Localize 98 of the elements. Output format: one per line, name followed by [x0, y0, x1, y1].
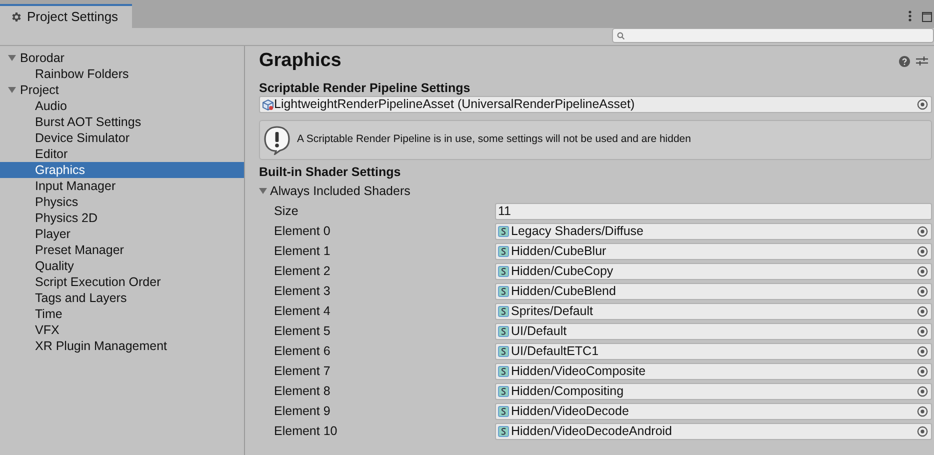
sidebar-item[interactable]: VFX: [0, 322, 244, 338]
sidebar-item[interactable]: Time: [0, 306, 244, 322]
shader-field[interactable]: Hidden/CubeBlend: [495, 282, 932, 300]
field-label: Element 2: [273, 262, 332, 280]
shader-icon: [498, 366, 509, 376]
gear-icon: [10, 11, 22, 23]
asset-icon: [262, 98, 274, 110]
object-picker-icon[interactable]: [917, 326, 928, 336]
shader-field[interactable]: Hidden/CubeCopy: [495, 262, 932, 280]
field-value: Hidden/CubeBlend: [511, 282, 617, 300]
shader-field[interactable]: UI/DefaultETC1: [495, 342, 932, 360]
field-label: Element 0: [273, 222, 332, 240]
shader-icon: [498, 386, 509, 396]
object-picker-icon[interactable]: [917, 366, 928, 376]
object-picker-icon[interactable]: [917, 99, 928, 110]
window-tab[interactable]: Project Settings: [0, 4, 132, 28]
object-picker-icon[interactable]: [917, 266, 928, 276]
shader-icon: [498, 406, 509, 416]
field-value: Legacy Shaders/Diffuse: [511, 222, 644, 240]
field-value: Hidden/VideoComposite: [511, 362, 647, 380]
caret-icon[interactable]: [8, 54, 16, 62]
sidebar-item[interactable]: Device Simulator: [0, 130, 244, 146]
object-picker-icon[interactable]: [917, 346, 928, 356]
sidebar-item[interactable]: XR Plugin Management: [0, 338, 244, 354]
window-title: Project Settings: [27, 8, 118, 26]
sidebar-item[interactable]: Audio: [0, 98, 244, 114]
field-value: Hidden/CubeCopy: [511, 262, 614, 280]
sidebar-item[interactable]: Preset Manager: [0, 242, 244, 258]
shader-field[interactable]: Sprites/Default: [495, 302, 932, 320]
field-label: Element 9: [273, 402, 332, 420]
shader-icon: [498, 226, 509, 236]
shader-icon: [498, 286, 509, 296]
object-picker-icon[interactable]: [917, 406, 928, 416]
object-picker-icon[interactable]: [917, 226, 928, 236]
shader-field[interactable]: Hidden/VideoDecode: [495, 402, 932, 420]
pipeline-asset-field[interactable]: LightweightRenderPipelineAsset (UniversalRenderPipelineAsset): [259, 96, 932, 113]
field-label: Element 5: [273, 322, 332, 340]
size-field[interactable]: 11: [495, 202, 932, 220]
sidebar-item[interactable]: Rainbow Folders: [0, 66, 244, 82]
field-value: UI/Default: [511, 322, 568, 340]
sidebar-item[interactable]: Burst AOT Settings: [0, 114, 244, 130]
shader-icon: [498, 326, 509, 336]
field-value: Hidden/CubeBlur: [511, 242, 608, 260]
sliders-icon[interactable]: [916, 55, 928, 67]
search-icon: [617, 32, 625, 40]
field-value: Sprites/Default: [511, 302, 594, 320]
field-label: Size: [273, 202, 300, 220]
shader-field[interactable]: Hidden/VideoDecodeAndroid: [495, 422, 932, 440]
shader-icon: [498, 426, 509, 436]
field-label: Element 4: [273, 302, 332, 320]
shader-field[interactable]: UI/Default: [495, 322, 932, 340]
sidebar-group[interactable]: Borodar: [20, 48, 64, 68]
search-field[interactable]: [612, 28, 934, 43]
field-value: UI/DefaultETC1: [511, 342, 600, 360]
caret-icon[interactable]: [259, 187, 267, 195]
shader-icon: [498, 346, 509, 356]
sidebar-group[interactable]: Project: [20, 80, 59, 100]
field-value: Hidden/VideoDecode: [511, 402, 630, 420]
sidebar-item[interactable]: Quality: [0, 258, 244, 274]
shader-field[interactable]: Legacy Shaders/Diffuse: [495, 222, 932, 240]
field-label: Element 8: [273, 382, 332, 400]
object-picker-icon[interactable]: [917, 426, 928, 436]
field-value: LightweightRenderPipelineAsset (UniversalRenderPipelineAsset): [274, 96, 636, 114]
field-value: Hidden/VideoDecodeAndroid: [511, 422, 673, 440]
sidebar-item[interactable]: Editor: [0, 146, 244, 162]
shader-icon: [498, 246, 509, 256]
field-value: Hidden/Compositing: [511, 382, 625, 400]
help-icon[interactable]: [899, 56, 910, 66]
section-heading: Built-in Shader Settings: [259, 164, 402, 181]
page-title: Graphics: [259, 48, 342, 73]
shader-field[interactable]: Hidden/CubeBlur: [495, 242, 932, 260]
sidebar-item[interactable]: Graphics: [0, 162, 244, 178]
field-label: Element 6: [273, 342, 332, 360]
warning-bubble-icon: [263, 125, 291, 155]
shader-icon: [498, 266, 509, 276]
field-label: Element 7: [273, 362, 332, 380]
object-picker-icon[interactable]: [917, 286, 928, 296]
sidebar-item[interactable]: Input Manager: [0, 178, 244, 194]
sidebar-item[interactable]: Tags and Layers: [0, 290, 244, 306]
object-picker-icon[interactable]: [917, 306, 928, 316]
field-label: Element 3: [273, 282, 332, 300]
section-heading: Scriptable Render Pipeline Settings: [259, 80, 472, 96]
object-picker-icon[interactable]: [917, 246, 928, 256]
object-picker-icon[interactable]: [917, 386, 928, 396]
sidebar-item[interactable]: Script Execution Order: [0, 274, 244, 290]
sidebar-item[interactable]: Physics: [0, 194, 244, 210]
field-label: Element 1: [273, 242, 332, 260]
help-message: A Scriptable Render Pipeline is in use, some settings will not be used and are hidden: [297, 132, 691, 148]
maximize-icon[interactable]: [922, 12, 932, 22]
shader-icon: [498, 306, 509, 316]
foldout-label[interactable]: Always Included Shaders: [270, 182, 410, 200]
caret-icon[interactable]: [8, 86, 16, 94]
sidebar-item[interactable]: Player: [0, 226, 244, 242]
shader-field[interactable]: Hidden/VideoComposite: [495, 362, 932, 380]
shader-field[interactable]: Hidden/Compositing: [495, 382, 932, 400]
more-options-icon[interactable]: [908, 10, 912, 22]
sidebar-item[interactable]: Physics 2D: [0, 210, 244, 226]
field-label: Element 10: [273, 422, 338, 440]
